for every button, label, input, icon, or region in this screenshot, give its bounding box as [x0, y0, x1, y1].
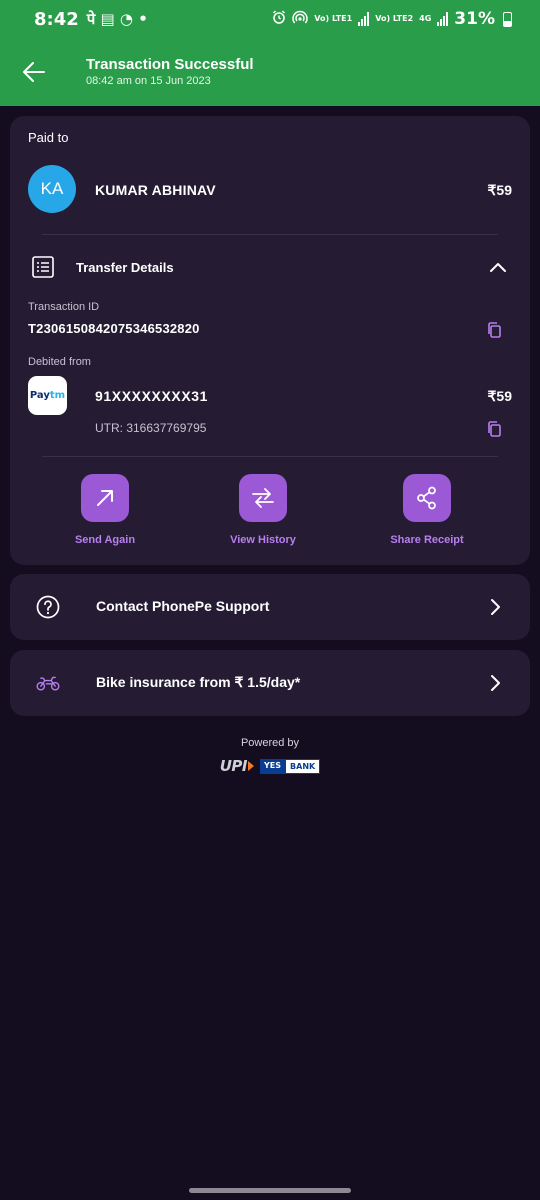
- divider: [42, 234, 498, 235]
- copy-utr-icon[interactable]: [487, 421, 501, 437]
- paytm-logo: Pay tm: [28, 376, 67, 415]
- network-type: 4G: [419, 14, 432, 23]
- lte2-label: Vo) LTE2: [375, 14, 414, 23]
- header: Transaction Successful 08:42 am on 15 Ju…: [0, 38, 540, 106]
- powered-by-label: Powered by: [240, 737, 300, 749]
- status-bar: 8:42 पे ▤ ◔ • Vo) LTE1 Vo) LTE2 4G 31%: [0, 0, 540, 38]
- share-receipt-button[interactable]: Share Receipt: [367, 474, 487, 546]
- paytm-logo-tm: tm: [49, 390, 66, 401]
- paytm-logo-pay: Pay: [29, 390, 50, 401]
- lte1-label: Vo) LTE1: [314, 14, 353, 23]
- transaction-card: Paid to KA KUMAR ABHINAV ₹59 Transfer De…: [10, 116, 530, 565]
- home-indicator[interactable]: [189, 1188, 351, 1193]
- status-time: 8:42: [34, 8, 79, 30]
- send-again-label: Send Again: [74, 534, 136, 546]
- header-text: Transaction Successful 08:42 am on 15 Ju…: [86, 56, 254, 88]
- back-button[interactable]: [0, 38, 68, 106]
- payee-name: KUMAR ABHINAV: [95, 182, 216, 198]
- swap-arrows-icon: [252, 488, 274, 508]
- notification-icons: पे ▤ ◔ •: [86, 10, 148, 28]
- battery-percent: 31%: [454, 9, 495, 29]
- hotspot-icon: [292, 9, 308, 29]
- debited-amount: ₹59: [487, 388, 512, 404]
- view-history-button[interactable]: View History: [203, 474, 323, 546]
- chevron-right-icon: [486, 598, 504, 616]
- bike-insurance-row[interactable]: Bike insurance from ₹ 1.5/day*: [10, 650, 530, 716]
- status-left: 8:42 पे ▤ ◔ •: [34, 9, 148, 30]
- upi-logo-text: UPI: [219, 757, 248, 775]
- send-again-button[interactable]: Send Again: [45, 474, 165, 546]
- contact-support-label: Contact PhonePe Support: [96, 598, 270, 614]
- transaction-id: T2306150842075346532820: [28, 321, 200, 336]
- view-history-icon-button[interactable]: [239, 474, 287, 522]
- divider: [42, 456, 498, 457]
- partner-logos: UPI YES BANK: [0, 757, 540, 775]
- share-receipt-icon-button[interactable]: [403, 474, 451, 522]
- yes-bank-logo-bank: BANK: [285, 758, 321, 774]
- transfer-details-label: Transfer Details: [76, 259, 174, 275]
- chevron-right-icon: [486, 674, 504, 692]
- status-right: Vo) LTE1 Vo) LTE2 4G 31%: [272, 9, 512, 29]
- arrow-up-right-icon: [97, 490, 113, 506]
- account-number: 91XXXXXXXX31: [95, 388, 209, 404]
- payment-amount: ₹59: [487, 182, 512, 198]
- page-title: Transaction Successful: [86, 56, 254, 73]
- view-history-label: View History: [230, 534, 296, 546]
- yes-bank-logo-yes: YES: [260, 758, 286, 774]
- transaction-timestamp: 08:42 am on 15 Jun 2023: [86, 75, 211, 87]
- battery-icon: [503, 11, 512, 27]
- yes-bank-logo: YES BANK: [260, 758, 321, 774]
- avatar: KA: [28, 165, 76, 213]
- copy-transaction-id-icon[interactable]: [487, 322, 501, 338]
- alarm-icon: [272, 9, 286, 29]
- transaction-id-label: Transaction ID: [28, 301, 100, 313]
- contact-support-row[interactable]: Contact PhonePe Support: [10, 574, 530, 640]
- signal-1-icon: [358, 12, 370, 26]
- debited-from-label: Debited from: [28, 356, 91, 368]
- share-receipt-label: Share Receipt: [390, 534, 464, 546]
- signal-2-icon: [437, 12, 449, 26]
- chevron-up-icon: [488, 257, 508, 277]
- help-circle-icon: [36, 595, 60, 619]
- send-again-icon-button[interactable]: [81, 474, 129, 522]
- transfer-details-toggle[interactable]: Transfer Details: [28, 252, 512, 282]
- receipt-list-icon: [28, 252, 58, 282]
- paid-to-label: Paid to: [28, 130, 69, 145]
- share-icon: [417, 486, 436, 510]
- utr-number: UTR: 316637769795: [95, 421, 207, 435]
- bike-insurance-label: Bike insurance from ₹ 1.5/day*: [96, 674, 301, 690]
- arrow-left-icon: [23, 62, 45, 82]
- upi-logo: UPI: [219, 757, 255, 775]
- bike-icon: [36, 671, 60, 695]
